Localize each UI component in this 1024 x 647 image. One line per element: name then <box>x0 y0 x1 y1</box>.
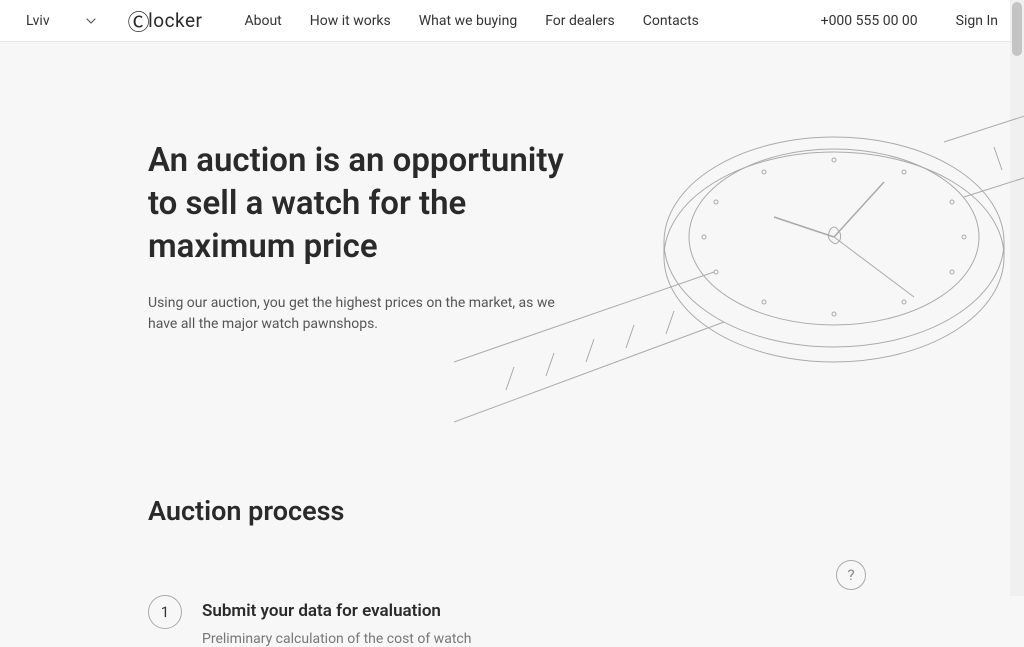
nav-for-dealers[interactable]: For dealers <box>545 13 615 29</box>
hero-section: An auction is an opportunity to sell a w… <box>148 42 876 335</box>
step-title: Submit your data for evaluation <box>202 601 471 621</box>
logo-c-icon: Ⓒ <box>128 5 151 37</box>
process-section: Auction process 1 Submit your data for e… <box>148 335 876 647</box>
main-content: An auction is an opportunity to sell a w… <box>0 42 1024 647</box>
logo-text: locker <box>148 9 202 32</box>
step-content: Submit your data for evaluation Prelimin… <box>202 595 471 647</box>
location-label: Lviv <box>26 13 50 29</box>
scrollbar-thumb[interactable] <box>1012 2 1022 56</box>
location-selector[interactable]: Lviv <box>26 13 96 29</box>
nav-what-we-buying[interactable]: What we buying <box>419 13 517 29</box>
process-title: Auction process <box>148 495 876 527</box>
nav-how-it-works[interactable]: How it works <box>310 13 391 29</box>
nav-links: About How it works What we buying For de… <box>244 13 698 29</box>
phone-number[interactable]: +000 555 00 00 <box>821 13 918 29</box>
process-step-1: 1 Submit your data for evaluation Prelim… <box>148 595 876 647</box>
hero-title: An auction is an opportunity to sell a w… <box>148 140 588 269</box>
logo[interactable]: Ⓒ locker <box>128 5 203 37</box>
chevron-down-icon <box>86 18 96 24</box>
nav-contacts[interactable]: Contacts <box>643 13 699 29</box>
nav-about[interactable]: About <box>244 13 281 29</box>
hero-subtitle: Using our auction, you get the highest p… <box>148 293 578 335</box>
sign-in-button[interactable]: Sign In <box>956 13 998 29</box>
header-right: +000 555 00 00 Sign In <box>821 13 998 29</box>
header: Lviv Ⓒ locker About How it works What we… <box>0 0 1024 42</box>
step-number-badge: 1 <box>148 595 182 629</box>
step-description: Preliminary calculation of the cost of w… <box>202 631 471 647</box>
